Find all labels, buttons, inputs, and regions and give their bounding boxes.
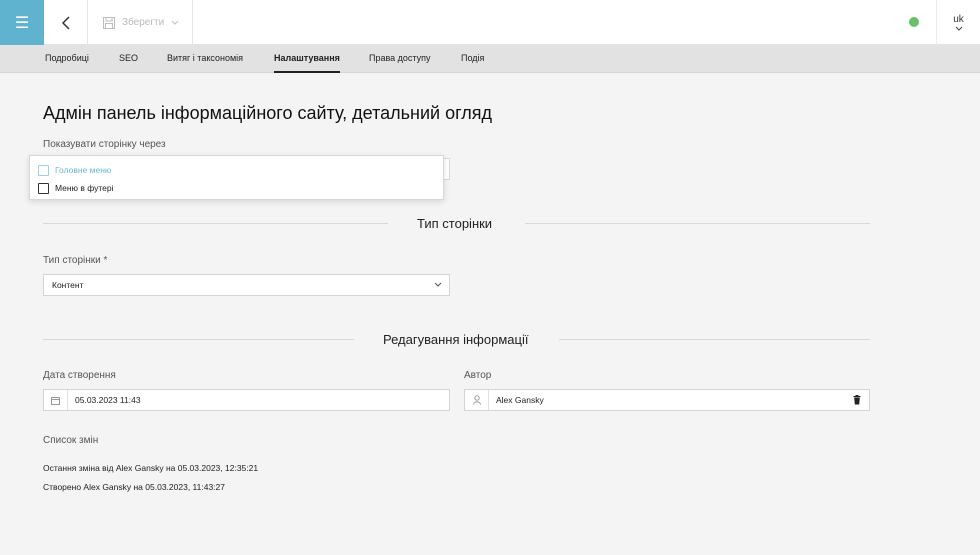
display-via-label: Показувати сторінку через [43,139,166,150]
tab-event[interactable]: Подія [461,45,484,73]
chevron-down-icon[interactable] [171,20,179,26]
section-divider-right [559,339,870,340]
chevron-down-icon [955,26,962,31]
hamburger-menu-button[interactable]: ☰ [0,0,44,45]
author-field[interactable]: Alex Gansky [464,389,870,411]
trash-icon[interactable] [845,395,869,405]
chevron-down-icon [427,280,449,290]
save-button[interactable]: Зберегти [89,0,193,45]
created-date-field[interactable]: 05.03.2023 11:43 [43,389,450,411]
checkbox[interactable] [38,164,49,176]
section-divider-left [43,339,354,340]
edit-info-section-title: Редагування інформації [383,332,529,347]
option-main-menu[interactable]: Головне меню [38,164,111,176]
option-label: Меню в футері [55,183,114,193]
tab-seo[interactable]: SEO [119,45,138,73]
calendar-icon [44,390,68,410]
created-date-label: Дата створення [43,370,116,381]
floppy-disk-icon [103,16,115,29]
change-log-entry: Остання зміна від Alex Gansky на 05.03.2… [43,463,259,473]
change-log-entry: Створено Alex Gansky на 05.03.2023, 11:4… [43,482,225,492]
page-type-label: Тип сторінки * [43,255,108,266]
section-divider-left [43,223,388,224]
back-button[interactable] [44,0,88,45]
user-icon [465,390,489,410]
tab-extract-taxonomy[interactable]: Витяг і таксономія [167,45,243,73]
tab-settings[interactable]: Налаштування [274,45,340,73]
chevron-left-icon [61,15,70,30]
tab-details[interactable]: Подробиці [45,45,89,73]
option-footer-menu[interactable]: Меню в футері [38,182,114,194]
page-type-value: Контент [52,280,84,290]
page-title: Адмін панель інформаційного сайту, детал… [43,103,493,123]
author-label: Автор [464,370,492,381]
changes-label: Список змін [43,435,99,446]
page-type-section-title: Тип сторінки [417,216,493,231]
connection-status-indicator [909,17,919,27]
hamburger-icon: ☰ [14,14,30,32]
tab-bar: Подробиці SEO Витяг і таксономія Налашту… [0,45,980,73]
tab-access-rights[interactable]: Права доступу [369,45,431,73]
top-toolbar: ☰ Зберегти uk [0,0,980,45]
option-label: Головне меню [55,165,112,175]
display-via-dropdown: Головне меню Меню в футері [29,155,444,200]
language-code: uk [953,13,964,25]
created-date-value: 05.03.2023 11:43 [75,395,141,405]
checkbox[interactable] [38,182,49,194]
author-value: Alex Gansky [496,395,544,405]
save-button-label: Зберегти [122,17,165,28]
language-selector[interactable]: uk [936,0,980,45]
page-type-select[interactable]: Контент [43,274,450,296]
section-divider-right [525,223,870,224]
